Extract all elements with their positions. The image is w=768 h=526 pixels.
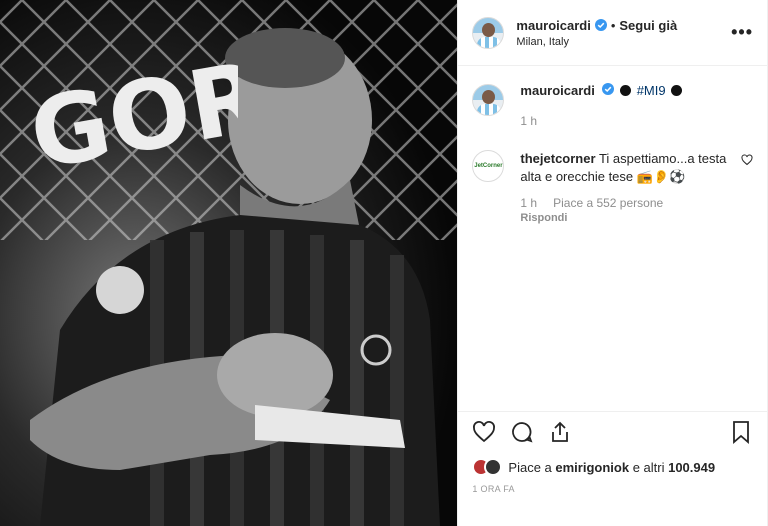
- caption: mauroicardi #MI9 1 h: [472, 82, 753, 128]
- comment-meta: 1 h Piace a 552 persone: [520, 196, 733, 210]
- caption-time[interactable]: 1 h: [520, 114, 537, 128]
- likes-prefix: Piace a: [508, 459, 556, 475]
- caption-meta: 1 h: [520, 114, 753, 128]
- caption-body: mauroicardi #MI9 1 h: [520, 82, 753, 128]
- commenter-username[interactable]: thejetcorner: [520, 151, 595, 166]
- action-bar: [458, 412, 767, 454]
- comment-bubble-icon: [512, 421, 533, 442]
- bookmark-icon: [733, 420, 749, 444]
- post-sidebar: mauroicardi • Segui già Milan, Italy •••: [457, 0, 767, 526]
- photo-sign: GORI: [22, 40, 238, 170]
- caption-text: mauroicardi #MI9: [520, 82, 753, 100]
- share-icon: [552, 421, 569, 442]
- black-circle-emoji-icon: [671, 85, 683, 96]
- post-timestamp[interactable]: 1 ORA FA: [458, 480, 767, 494]
- likes-middle: e altri: [629, 459, 669, 475]
- verified-badge-icon: [594, 19, 607, 31]
- avatar-shirt: [477, 104, 502, 115]
- caption-username[interactable]: mauroicardi: [520, 83, 594, 98]
- avatar-face: [482, 22, 496, 37]
- comments-section: mauroicardi #MI9 1 h JetCorner thejetcor…: [458, 66, 767, 412]
- comment-button[interactable]: [510, 420, 534, 447]
- save-button[interactable]: [729, 420, 753, 447]
- liker-username[interactable]: emirigoniok: [555, 460, 629, 475]
- comment-likes[interactable]: Piace a 552 persone: [553, 196, 663, 210]
- like-button[interactable]: [472, 420, 496, 447]
- following-button[interactable]: Segui già: [619, 18, 677, 33]
- post-header: mauroicardi • Segui già Milan, Italy •••: [458, 0, 767, 66]
- comment-text-row: thejetcorner Ti aspettiamo...a testa alt…: [520, 150, 733, 186]
- author-avatar[interactable]: [472, 16, 505, 49]
- verified-badge-icon: [602, 83, 615, 95]
- likes-count[interactable]: 100.949: [668, 460, 715, 475]
- comment-body: thejetcorner Ti aspettiamo...a testa alt…: [520, 150, 733, 224]
- author-row: mauroicardi • Segui già: [516, 18, 731, 33]
- commenter-avatar[interactable]: JetCorner: [472, 150, 505, 182]
- caption-hashtag[interactable]: #MI9: [637, 83, 666, 98]
- comment-like-heart-icon[interactable]: [741, 154, 753, 166]
- more-options-button[interactable]: •••: [731, 22, 753, 43]
- liker-avatar[interactable]: [484, 458, 503, 476]
- likes-summary: Piace a emirigoniok e altri 100.949: [458, 454, 767, 480]
- avatar-shirt: [477, 36, 502, 48]
- author-info: mauroicardi • Segui già Milan, Italy: [516, 18, 731, 48]
- share-button[interactable]: [548, 420, 572, 447]
- header-separator: •: [610, 17, 616, 33]
- heart-icon: [473, 420, 496, 442]
- reply-button[interactable]: Rispondi: [520, 212, 733, 224]
- avatar-face: [482, 90, 496, 104]
- caption-avatar[interactable]: [472, 84, 505, 116]
- author-username[interactable]: mauroicardi: [516, 18, 590, 33]
- comment-time[interactable]: 1 h: [520, 196, 537, 210]
- post-location[interactable]: Milan, Italy: [516, 36, 731, 48]
- instagram-post: GORI mauroicardi • Segui già Milan, Ital…: [0, 0, 768, 526]
- commenter-avatar-logo: JetCorner: [474, 163, 503, 169]
- sign-text: GORI: [22, 40, 238, 170]
- black-circle-emoji-icon: [620, 85, 632, 96]
- likes-text: Piace a emirigoniok e altri 100.949: [508, 460, 715, 475]
- comment-item: JetCorner thejetcorner Ti aspettiamo...a…: [472, 150, 753, 224]
- post-photo[interactable]: GORI: [0, 0, 458, 526]
